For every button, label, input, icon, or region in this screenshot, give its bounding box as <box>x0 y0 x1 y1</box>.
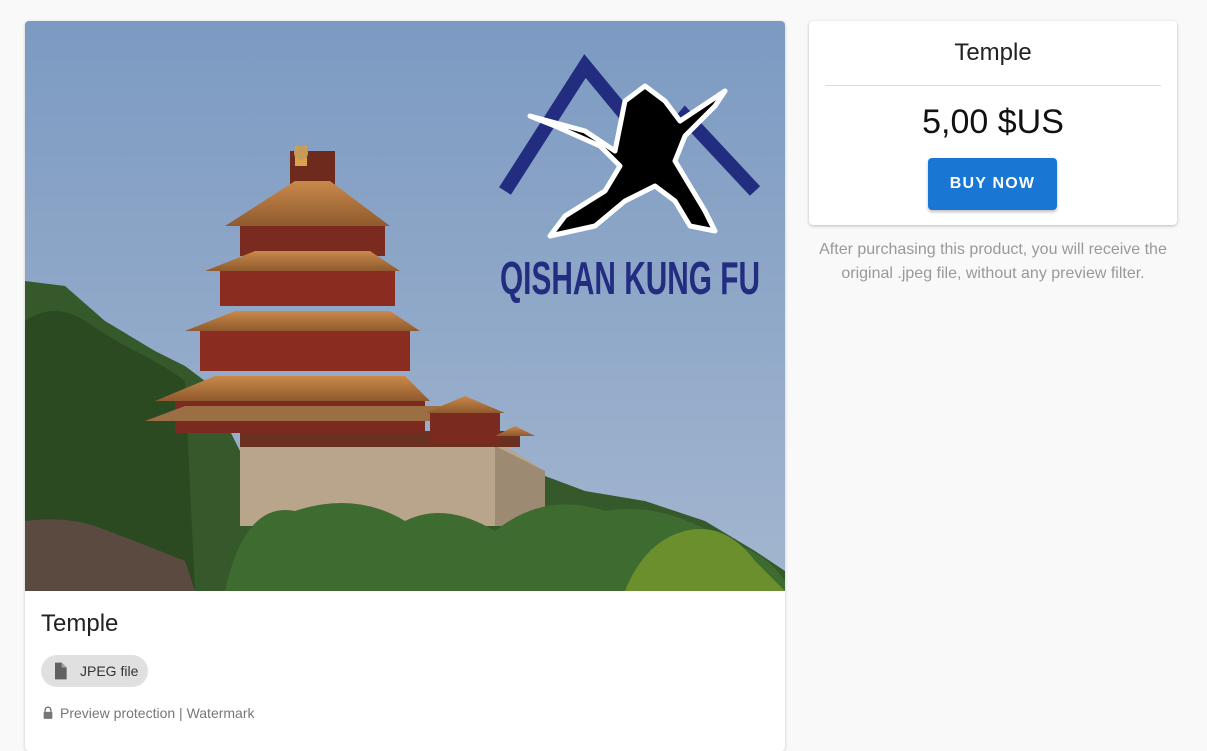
buy-now-button[interactable]: BUY NOW <box>928 158 1057 210</box>
protection-text: Preview protection | Watermark <box>60 705 255 721</box>
product-card: QISHAN KUNG FU Temple JPEG file Preview … <box>25 21 785 751</box>
purchase-note: After purchasing this product, you will … <box>819 241 1167 282</box>
preview-protection: Preview protection | Watermark <box>41 705 255 721</box>
product-preview-image: QISHAN KUNG FU <box>25 21 785 591</box>
purchase-card: Temple 5,00 $US BUY NOW <box>809 21 1177 225</box>
divider <box>825 85 1161 86</box>
file-type-label: JPEG file <box>80 663 139 679</box>
purchase-title: Temple <box>954 39 1032 66</box>
file-icon <box>55 662 67 680</box>
file-type-chip[interactable]: JPEG file <box>41 655 148 687</box>
watermark-logo-text: QISHAN KUNG FU <box>500 252 760 304</box>
lock-icon <box>43 706 53 719</box>
product-title: Temple <box>41 610 119 637</box>
price: 5,00 $US <box>922 103 1064 141</box>
